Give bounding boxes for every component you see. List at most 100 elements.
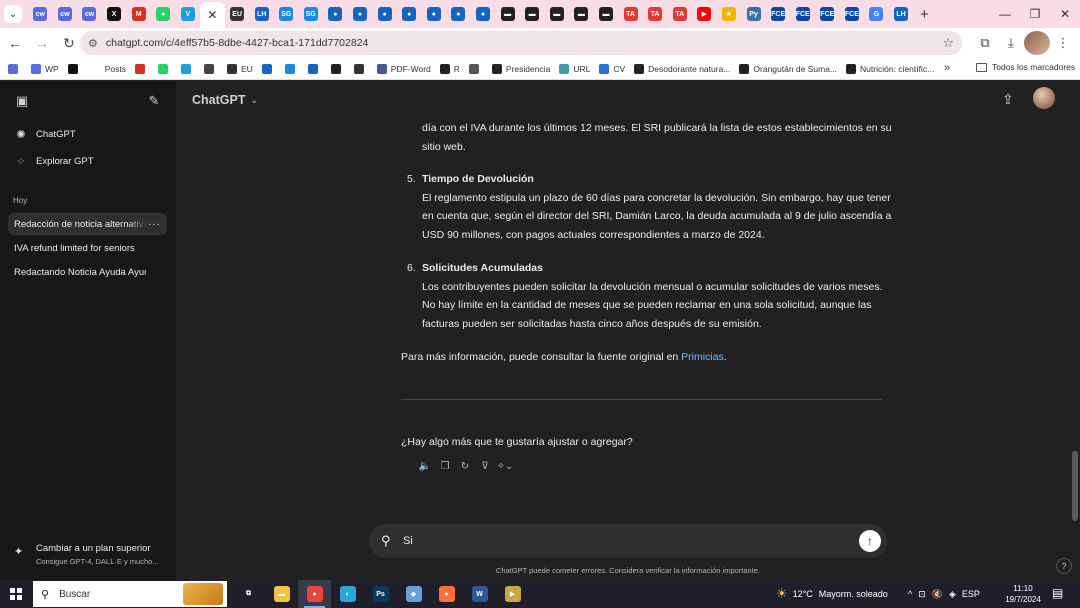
new-chat-icon[interactable]: ✎	[145, 92, 163, 110]
browser-tab[interactable]: G	[864, 3, 889, 25]
browser-tab[interactable]: ●	[446, 3, 471, 25]
user-avatar[interactable]	[1033, 87, 1055, 109]
browser-tab[interactable]: TA	[667, 3, 692, 25]
taskbar-search[interactable]: ⚲ Buscar	[33, 581, 227, 607]
bookmark-item[interactable]	[261, 63, 276, 74]
attach-icon[interactable]: ⚲	[381, 533, 391, 549]
weather-widget[interactable]: ☀ 12°C Mayorm. soleado	[776, 580, 888, 608]
bookmark-item[interactable]	[330, 63, 345, 74]
bookmark-item[interactable]	[203, 63, 218, 74]
close-icon[interactable]: ✕	[205, 8, 219, 22]
browser-tab[interactable]: ▬	[544, 3, 569, 25]
clock[interactable]: 11:10 19/7/2024	[1002, 583, 1044, 605]
browser-tab[interactable]: TA	[643, 3, 668, 25]
browser-tab[interactable]: ●	[348, 3, 373, 25]
chat-history-item[interactable]: Redacción de noticia alternativa ···	[8, 213, 167, 235]
browser-tab[interactable]: ●	[323, 3, 348, 25]
chat-history-item[interactable]: Redactando Noticia Ayuda Ayuda	[8, 261, 167, 283]
browser-tab[interactable]: cw	[28, 3, 53, 25]
browser-tab[interactable]: FCE	[815, 3, 840, 25]
bookmark-item[interactable]	[353, 63, 368, 74]
downloads-button[interactable]: ⤓	[998, 31, 1024, 55]
bookmark-star-icon[interactable]: ☆	[942, 35, 954, 51]
bookmark-item[interactable]	[8, 63, 22, 74]
scrollbar-thumb[interactable]	[1072, 451, 1078, 521]
browser-tab[interactable]: ●	[397, 3, 422, 25]
bookmark-item[interactable]: Nutrición: científic...	[846, 63, 934, 74]
forward-button[interactable]: →	[30, 31, 54, 55]
tab-search-dropdown[interactable]: ⌄	[4, 5, 22, 23]
notification-icon[interactable]: ▤	[1052, 586, 1063, 600]
bookmark-item[interactable]: R	[439, 63, 460, 74]
bookmark-item[interactable]: URL	[559, 63, 590, 74]
browser-tab[interactable]: LH	[889, 3, 914, 25]
taskbar-app[interactable]: W	[463, 580, 496, 608]
taskbar-app[interactable]: ◆	[397, 580, 430, 608]
bookmark-item[interactable]: WP	[31, 63, 59, 74]
taskbar-app[interactable]: ▬	[265, 580, 298, 608]
close-window-button[interactable]: ✕	[1050, 0, 1080, 28]
browser-tab[interactable]: SG	[274, 3, 299, 25]
bookmark-item[interactable]	[468, 63, 483, 74]
reload-button[interactable]: ↻	[57, 31, 81, 55]
taskbar-app[interactable]: Ps	[364, 580, 397, 608]
bookmark-item[interactable]: EU	[226, 63, 253, 74]
thumbs-down-icon[interactable]: ⊽	[475, 460, 495, 474]
browser-tab[interactable]: ▬	[594, 3, 619, 25]
browser-tab[interactable]: EU	[225, 3, 250, 25]
bookmark-item[interactable]	[134, 63, 149, 74]
volume-icon[interactable]: 🔇	[932, 589, 943, 600]
tray-network-icon[interactable]: ⊡	[918, 589, 926, 600]
browser-tab[interactable]: ★	[717, 3, 742, 25]
start-button[interactable]	[0, 580, 32, 608]
bookmarks-overflow-button[interactable]: »	[944, 62, 950, 74]
bookmark-item[interactable]: Posts	[90, 63, 126, 74]
help-button[interactable]: ?	[1056, 558, 1072, 574]
bookmark-item[interactable]: Desodorante natura...	[634, 63, 730, 74]
regenerate-icon[interactable]: ↻	[455, 460, 475, 474]
message-input[interactable]	[403, 530, 843, 552]
taskbar-app[interactable]: ●	[298, 580, 331, 608]
language-indicator[interactable]: ESP	[962, 589, 980, 599]
taskbar-app[interactable]: ◐	[331, 580, 364, 608]
model-switch-icon[interactable]: ✧⌄	[495, 460, 515, 474]
browser-tab[interactable]: ▬	[520, 3, 545, 25]
browser-tab[interactable]: M	[126, 3, 151, 25]
menu-button[interactable]: ⋮	[1050, 31, 1076, 55]
browser-tab[interactable]: ✕	[200, 2, 225, 28]
browser-tab[interactable]: FCE	[840, 3, 865, 25]
all-bookmarks-button[interactable]: Todos los marcadores	[976, 62, 1075, 72]
browser-tab[interactable]: TA	[618, 3, 643, 25]
bookmark-item[interactable]: Orangután de Suma...	[739, 63, 837, 74]
browser-tab[interactable]: cw	[77, 3, 102, 25]
browser-tab[interactable]: FCE	[790, 3, 815, 25]
omnibox[interactable]: ⚙ chatgpt.com/c/4eff57b5-8dbe-4427-bca1-…	[80, 31, 962, 55]
bookmark-item[interactable]: Presidencia	[491, 63, 550, 74]
browser-tab[interactable]: V	[176, 3, 201, 25]
taskbar-app[interactable]: ▶	[496, 580, 529, 608]
browser-tab[interactable]: ●	[372, 3, 397, 25]
bookmark-item[interactable]	[67, 63, 82, 74]
browser-tab[interactable]: ▬	[569, 3, 594, 25]
url-text[interactable]: chatgpt.com/c/4eff57b5-8dbe-4427-bca1-17…	[106, 37, 369, 49]
browser-tab[interactable]: LH	[249, 3, 274, 25]
sidebar-item-chatgpt[interactable]: ✺ ChatGPT	[14, 127, 75, 141]
maximize-button[interactable]: ❐	[1020, 0, 1050, 28]
sidebar-item-explore-gpts[interactable]: ⁘ Explorar GPT	[14, 154, 93, 168]
browser-tab[interactable]: Py	[741, 3, 766, 25]
profile-button[interactable]	[1024, 31, 1050, 55]
chat-history-item[interactable]: IVA refund limited for seniors	[8, 237, 167, 259]
share-icon[interactable]: ⇪	[1002, 91, 1014, 108]
taskbar-app[interactable]: ●	[430, 580, 463, 608]
model-selector[interactable]: ChatGPT ⌄	[192, 93, 258, 107]
bookmark-item[interactable]	[157, 63, 172, 74]
source-link[interactable]: Primicias	[681, 351, 724, 363]
browser-tab[interactable]: ●	[422, 3, 447, 25]
read-aloud-icon[interactable]: 🔈	[415, 460, 435, 474]
minimize-button[interactable]: —	[990, 0, 1020, 28]
bookmark-item[interactable]	[307, 63, 322, 74]
site-settings-icon[interactable]: ⚙	[88, 37, 98, 50]
browser-tab[interactable]: FCE	[766, 3, 791, 25]
sidebar-toggle-icon[interactable]: ▣	[13, 92, 31, 110]
extensions-button[interactable]: ⧉	[972, 31, 998, 55]
